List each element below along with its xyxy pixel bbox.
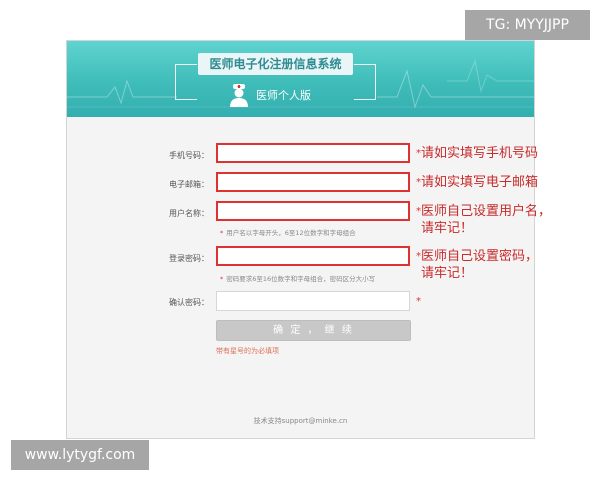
username-note-line1: 医师自己设置用户名， — [421, 204, 552, 219]
confirm-password-field[interactable] — [216, 291, 410, 312]
password-input[interactable] — [218, 250, 408, 267]
password-note-line1: 医师自己设置密码， — [421, 249, 539, 264]
confirm-password-input[interactable] — [217, 293, 409, 312]
email-note: 请如实填写电子邮箱 — [421, 175, 539, 190]
password-note-line2: 请牢记！ — [421, 266, 474, 281]
email-input[interactable] — [218, 176, 408, 193]
username-field[interactable] — [216, 201, 410, 222]
registration-panel: 医师电子化注册信息系统 医师个人版 手机号码： * 请如实填写手机号码 电子邮箱… — [66, 40, 551, 439]
password-field[interactable] — [216, 246, 410, 267]
username-hint: * 用户名以字母开头，6至12位数字和字母组合 — [220, 227, 356, 237]
phone-input[interactable] — [218, 147, 408, 164]
header-frame-right — [354, 64, 376, 100]
username-note-line2: 请牢记！ — [421, 221, 474, 236]
phone-label: 手机号码： — [169, 151, 209, 160]
required-star: * — [220, 229, 224, 237]
watermark-bottom: www.lytygf.com — [11, 440, 149, 470]
submit-button[interactable]: 确 定 ， 继 续 — [216, 320, 411, 341]
required-fields-note: 带有星号的为必填项 — [216, 347, 279, 355]
username-label: 用户名称： — [169, 209, 209, 218]
watermark-top: TG: MYYJJPP — [465, 10, 590, 40]
phone-note: 请如实填写手机号码 — [421, 146, 539, 161]
header-banner: 医师电子化注册信息系统 医师个人版 — [67, 41, 534, 117]
email-label: 电子邮箱： — [169, 180, 209, 189]
confirm-password-label: 确认密码： — [169, 298, 209, 307]
required-star: * — [220, 275, 224, 283]
phone-field[interactable] — [216, 143, 410, 164]
version-label: 医师个人版 — [256, 89, 311, 102]
username-hint-text: 用户名以字母开头，6至12位数字和字母组合 — [226, 229, 356, 237]
required-star: * — [416, 296, 421, 307]
support-footer: 技术支持support@minke.cn — [253, 417, 348, 425]
header-frame-left — [175, 64, 197, 100]
doctor-icon — [230, 84, 248, 107]
password-label: 登录密码： — [169, 254, 209, 263]
password-hint: * 密码要求6至16位数字和字母组合，密码区分大小写 — [220, 273, 375, 283]
username-input[interactable] — [218, 205, 408, 222]
system-title: 医师电子化注册信息系统 — [198, 53, 353, 75]
password-hint-text: 密码要求6至16位数字和字母组合，密码区分大小写 — [226, 275, 376, 283]
page: TG: MYYJJPP 医师电子化注册信息系统 医师个人版 手机号码： * 请如… — [0, 0, 600, 480]
email-field[interactable] — [216, 172, 410, 193]
